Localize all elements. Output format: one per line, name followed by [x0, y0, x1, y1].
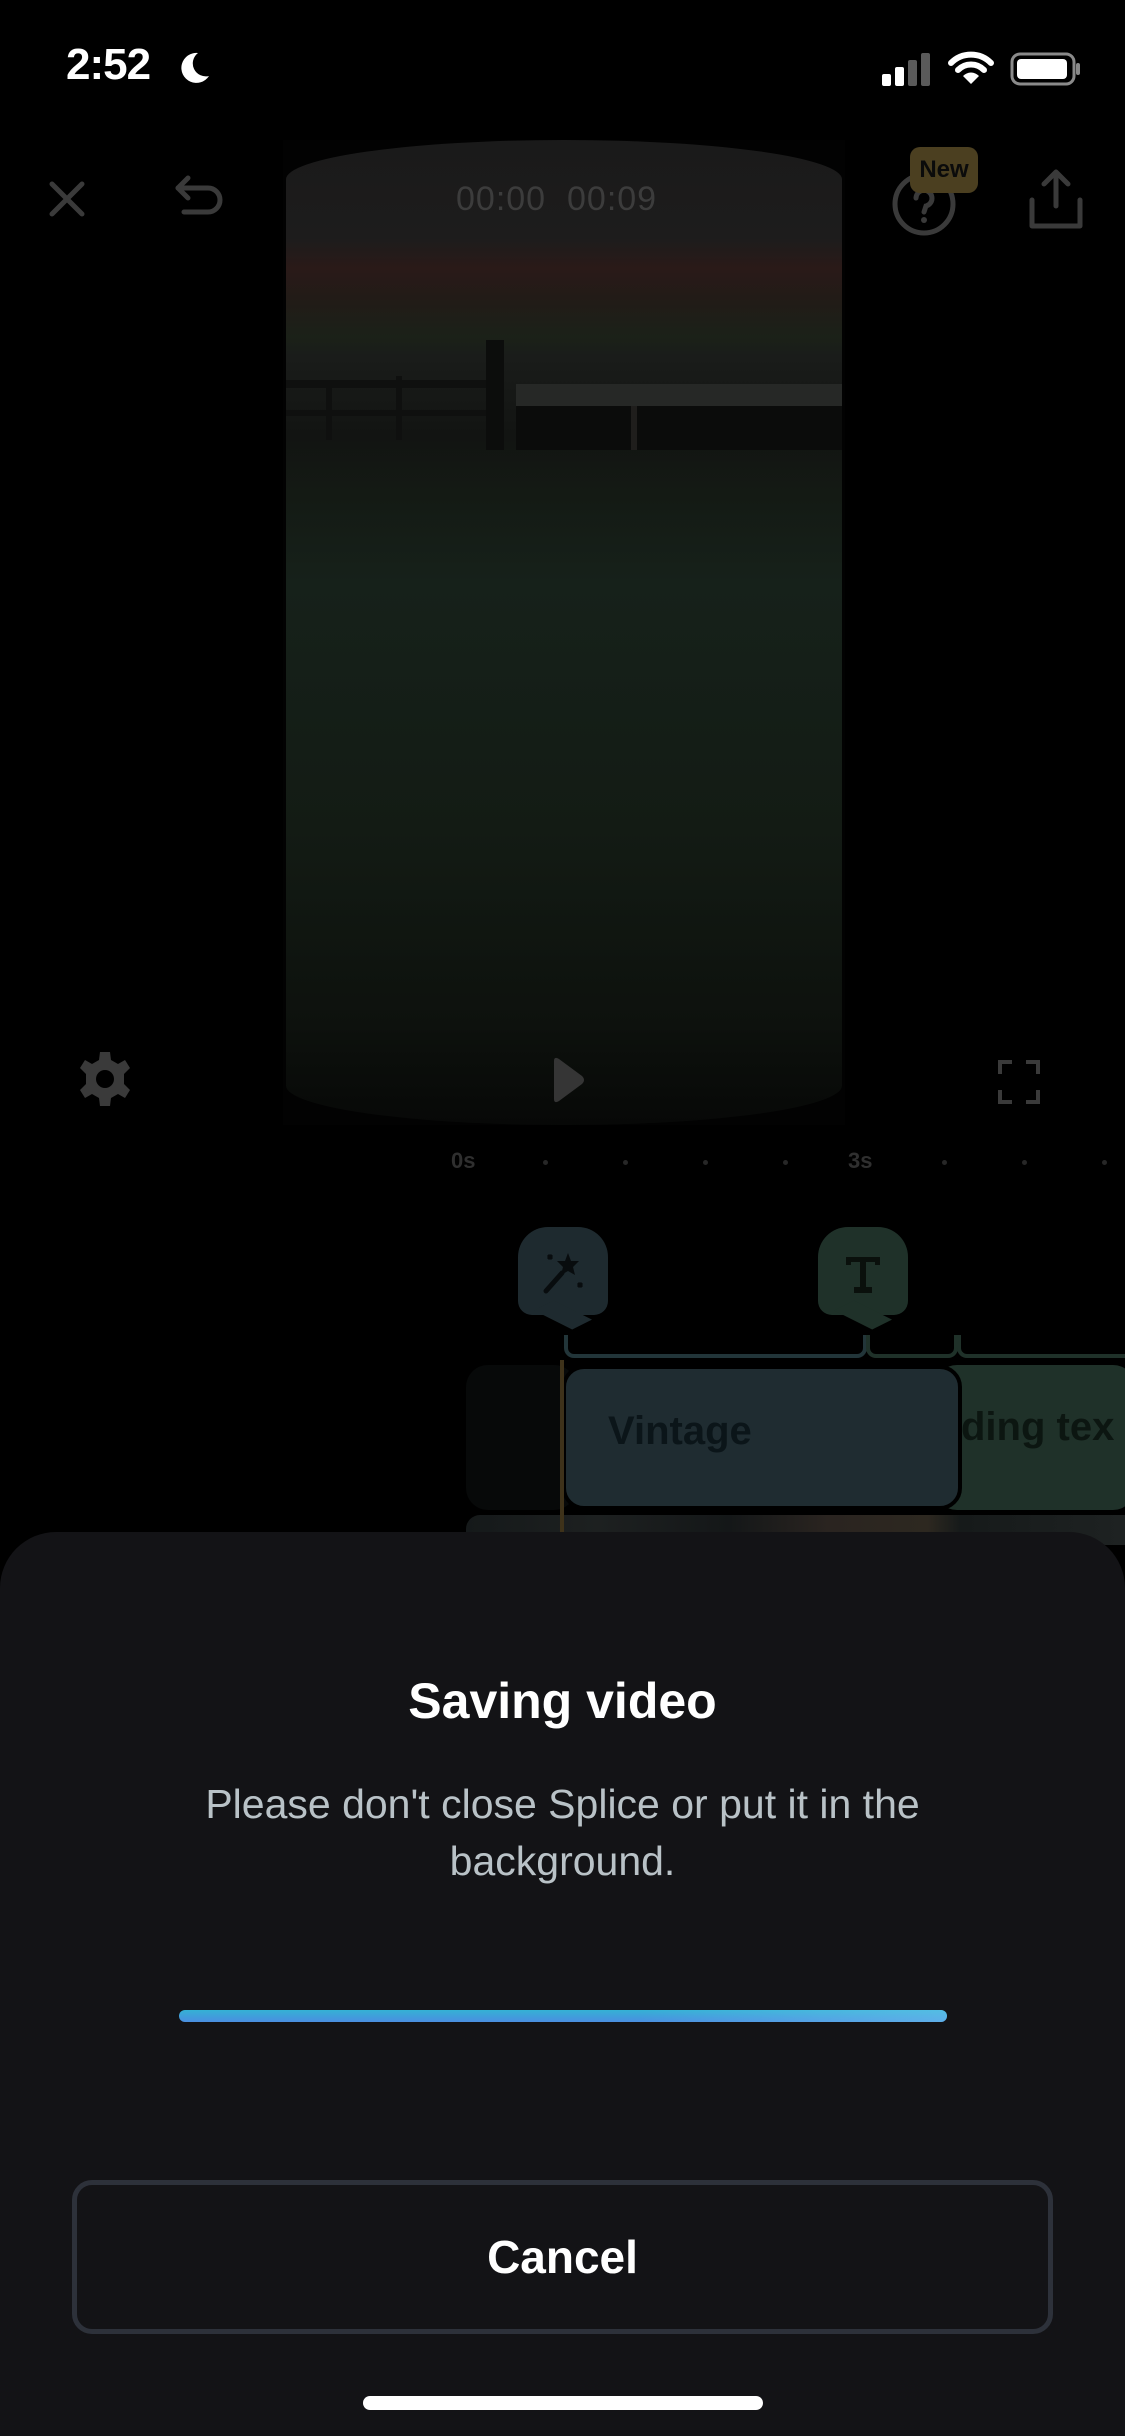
ruler-tick [942, 1160, 947, 1165]
new-badge: New [910, 147, 978, 193]
save-progress-fill [179, 2010, 947, 2022]
video-preview[interactable] [286, 140, 842, 1125]
wifi-icon [948, 51, 994, 84]
undo-icon[interactable] [172, 174, 228, 224]
gear-icon[interactable] [76, 1050, 134, 1108]
battery-icon [1010, 52, 1080, 86]
status-time: 2:52 [66, 40, 151, 89]
cellular-signal-icon [882, 52, 934, 86]
text-clip[interactable]: ding tex [935, 1365, 1125, 1510]
timeline-ruler: 0s 3s [0, 1148, 1125, 1188]
ruler-tick [703, 1160, 708, 1165]
effect-clip[interactable]: Vintage [562, 1365, 962, 1510]
ruler-tick [1102, 1160, 1107, 1165]
cancel-button[interactable]: Cancel [72, 2180, 1053, 2334]
timecode-current: 00:00 [456, 180, 547, 218]
playhead[interactable] [560, 1360, 564, 1540]
ruler-tick [543, 1160, 548, 1165]
fullscreen-icon[interactable] [998, 1060, 1040, 1104]
share-icon[interactable] [1028, 168, 1084, 232]
effect-clip-label: Vintage [608, 1409, 752, 1453]
text-range-bracket [866, 1335, 958, 1358]
ruler-label-3s: 3s [848, 1148, 873, 1173]
save-progress-bar [179, 2010, 947, 2022]
sheet-message: Please don't close Splice or put it in t… [205, 1781, 920, 1884]
text-clip-label: ding tex [961, 1405, 1115, 1449]
effect-marker[interactable] [518, 1227, 608, 1330]
magic-wand-icon [543, 1253, 584, 1294]
status-bar: 2:52 [0, 0, 1125, 140]
effect-range-bracket [564, 1335, 867, 1358]
ruler-tick [1022, 1160, 1027, 1165]
text-icon [846, 1257, 880, 1293]
timecode-total: 00:09 [567, 180, 658, 218]
moon-icon [181, 52, 209, 83]
play-icon[interactable] [550, 1055, 586, 1105]
saving-video-sheet: Saving video Please don't close Splice o… [0, 1532, 1125, 2436]
timecode: 00:00 00:09 [456, 180, 657, 219]
ruler-tick [623, 1160, 628, 1165]
close-icon[interactable] [46, 178, 88, 220]
sheet-title: Saving video [408, 1673, 717, 1729]
video-fence-scene [286, 340, 842, 450]
ruler-label-0s: 0s [451, 1148, 476, 1173]
home-indicator [363, 2396, 763, 2410]
ruler-tick [783, 1160, 788, 1165]
video-editor: 00:00 00:09 New [0, 140, 1125, 1540]
text-marker[interactable] [818, 1227, 908, 1330]
text-range-bracket [957, 1335, 1125, 1358]
